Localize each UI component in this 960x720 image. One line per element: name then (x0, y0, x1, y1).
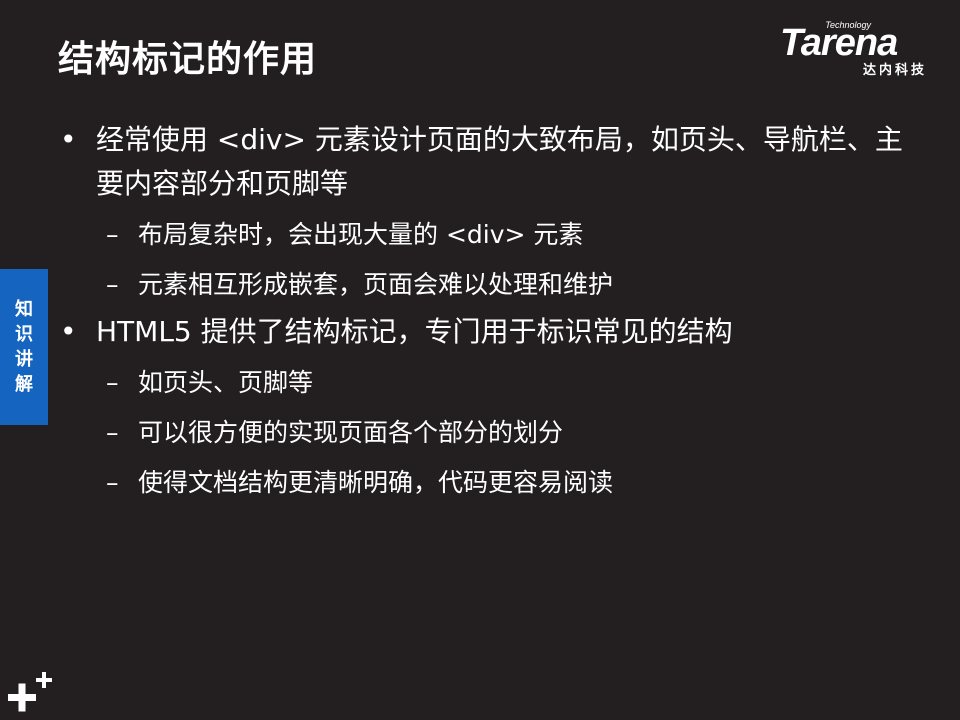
bullet-item: • HTML5 提供了结构标记，专门用于标识常见的结构 (58, 310, 908, 354)
side-tab-char: 解 (15, 374, 33, 395)
sub-bullet-dash: – (106, 368, 119, 397)
sub-bullet-item: – 使得文档结构更清晰明确，代码更容易阅读 (58, 458, 908, 508)
sub-bullet-item: – 如页头、页脚等 (58, 358, 908, 408)
sub-bullet-dash: – (106, 468, 119, 497)
slide-title: 结构标记的作用 (58, 39, 318, 80)
logo-chinese-text: 达内科技 (862, 63, 927, 78)
sub-bullet-dash: – (106, 418, 119, 447)
side-tab-knowledge: 知 识 讲 解 (0, 269, 48, 425)
plus-plus-icon (8, 672, 52, 712)
sub-bullet-text: 如页头、页脚等 (138, 368, 314, 397)
sub-bullet-text: 使得文档结构更清晰明确，代码更容易阅读 (138, 468, 614, 497)
sub-bullet-text: 可以很方便的实现页面各个部分的划分 (138, 418, 564, 447)
sub-bullet-item: – 布局复杂时，会出现大量的 <div> 元素 (58, 210, 908, 260)
side-tab-char: 知 (15, 299, 33, 320)
sub-bullet-dash: – (106, 270, 119, 299)
bullet-text: HTML5 提供了结构标记，专门用于标识常见的结构 (96, 315, 733, 348)
sub-bullet-dash: – (106, 220, 119, 249)
side-tab-char: 讲 (15, 349, 33, 370)
tarena-logo: Technology Tarena 达内科技 (780, 20, 945, 82)
bullet-dot: • (60, 315, 77, 348)
bullet-text: 经常使用 <div> 元素设计页面的大致布局，如页头、导航栏、主要内容部分和页脚… (96, 123, 903, 200)
logo-wordmark: Tarena (780, 22, 898, 64)
sub-bullet-item: – 可以很方便的实现页面各个部分的划分 (58, 408, 908, 458)
sub-bullet-text: 布局复杂时，会出现大量的 <div> 元素 (138, 220, 584, 249)
slide-content: • 经常使用 <div> 元素设计页面的大致布局，如页头、导航栏、主要内容部分和… (58, 118, 908, 508)
side-tab-char: 识 (15, 324, 33, 345)
sub-bullet-item: – 元素相互形成嵌套，页面会难以处理和维护 (58, 260, 908, 310)
sub-bullet-text: 元素相互形成嵌套，页面会难以处理和维护 (138, 270, 614, 299)
slide: 结构标记的作用 Technology Tarena 达内科技 知 识 讲 解 •… (0, 0, 960, 720)
bullet-dot: • (60, 123, 77, 156)
bullet-item: • 经常使用 <div> 元素设计页面的大致布局，如页头、导航栏、主要内容部分和… (58, 118, 908, 206)
